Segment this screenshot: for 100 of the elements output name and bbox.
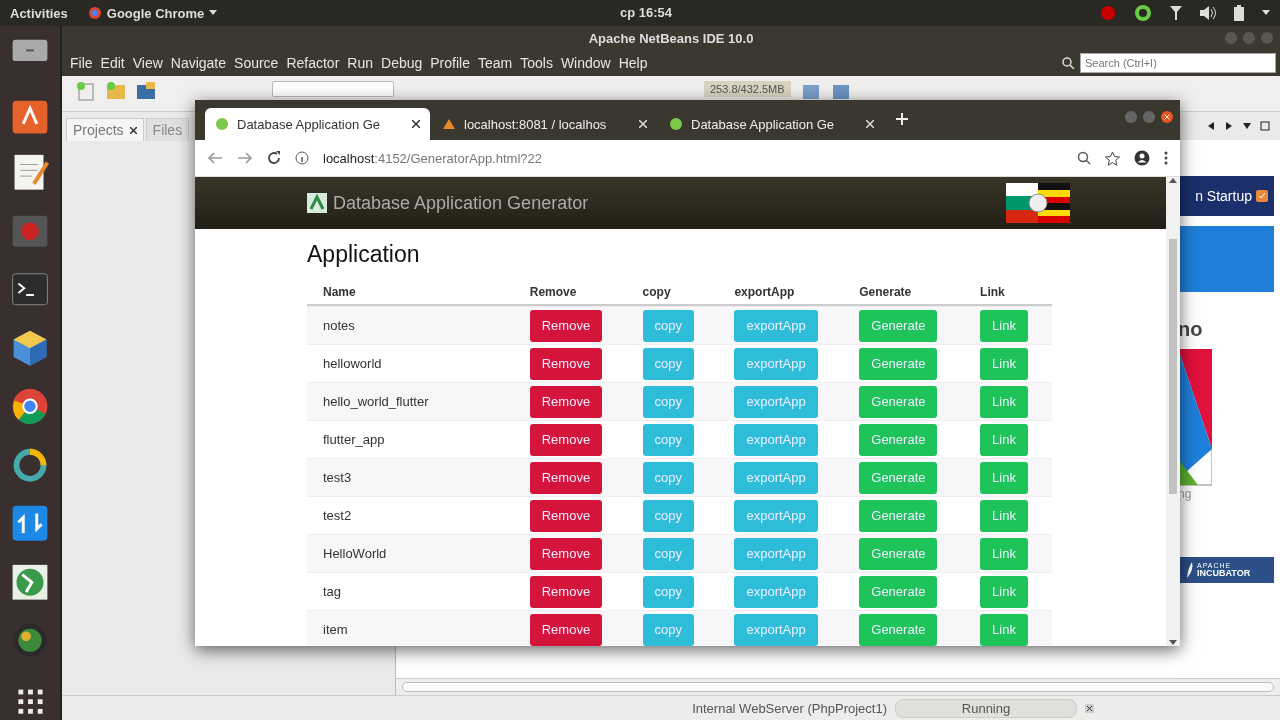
app-menu[interactable]: Google Chrome xyxy=(106,5,205,21)
close-icon xyxy=(639,120,647,128)
action-button[interactable]: Remove xyxy=(529,423,603,456)
android-icon xyxy=(215,117,229,131)
search-field[interactable]: Search (Ctrl+I) xyxy=(1080,53,1276,73)
tab-title: Database Application Ge xyxy=(237,116,382,132)
menu-item[interactable]: Edit xyxy=(96,55,129,71)
action-button[interactable]: copy xyxy=(642,347,695,380)
action-button[interactable]: copy xyxy=(642,575,695,608)
scrollbar[interactable] xyxy=(1169,239,1177,494)
action-button[interactable]: exportApp xyxy=(734,613,818,646)
back-icon xyxy=(207,151,223,165)
column-header: copy xyxy=(642,285,671,299)
panel-tab[interactable]: Projects xyxy=(66,118,144,141)
action-button[interactable]: Link xyxy=(980,575,1028,608)
menu-item[interactable]: Navigate xyxy=(166,55,231,71)
android-icon xyxy=(669,117,683,131)
menu-item[interactable]: Refactor xyxy=(282,55,344,71)
action-button[interactable]: exportApp xyxy=(734,537,818,570)
logo-label: INCUBATOR xyxy=(1197,569,1251,578)
memory-indicator[interactable]: 253.8/432.5MB xyxy=(704,81,791,97)
action-button[interactable]: Generate xyxy=(859,613,938,646)
window-control-icon xyxy=(1260,31,1274,45)
action-button[interactable]: Link xyxy=(980,537,1028,570)
action-button[interactable]: Link xyxy=(980,423,1028,456)
panel-tab[interactable]: Files xyxy=(145,118,190,141)
action-button[interactable]: exportApp xyxy=(734,461,818,494)
close-icon xyxy=(1085,703,1094,713)
dropdown-icon xyxy=(1242,121,1252,131)
action-button[interactable]: copy xyxy=(642,613,695,646)
browser-tab[interactable]: Database Application Ge xyxy=(205,108,430,140)
action-button[interactable]: Remove xyxy=(529,309,603,342)
tab-title: localhost:8081 / localhos xyxy=(464,116,608,132)
action-button[interactable]: exportApp xyxy=(734,575,818,608)
action-button[interactable]: copy xyxy=(642,423,695,456)
activities-button[interactable]: Activities xyxy=(10,5,68,21)
menu-item[interactable]: Help xyxy=(614,55,652,71)
action-button[interactable]: exportApp xyxy=(734,347,818,380)
action-button[interactable]: copy xyxy=(642,499,695,532)
url-field[interactable]: localhost:4152/GeneratorApp.html?22 xyxy=(323,150,1063,166)
menu-item[interactable]: Run xyxy=(343,55,377,71)
action-button[interactable]: Remove xyxy=(529,385,603,418)
action-button[interactable]: Remove xyxy=(529,613,603,646)
close-icon xyxy=(412,120,420,128)
action-button[interactable]: Link xyxy=(980,613,1028,646)
table-cell: test3 xyxy=(323,470,352,485)
action-button[interactable]: exportApp xyxy=(734,309,818,342)
action-button[interactable]: exportApp xyxy=(734,385,818,418)
caret-icon xyxy=(209,10,218,16)
scrollbar[interactable] xyxy=(402,682,1274,692)
menu-item[interactable]: Tools xyxy=(516,55,557,71)
maximize-icon xyxy=(1260,121,1270,131)
search-icon xyxy=(1062,57,1076,69)
action-button[interactable]: Generate xyxy=(859,309,938,342)
action-button[interactable]: exportApp xyxy=(734,499,818,532)
action-button[interactable]: exportApp xyxy=(734,423,818,456)
action-button[interactable]: copy xyxy=(642,309,695,342)
scroll-up-icon xyxy=(1169,177,1177,183)
action-button[interactable]: Generate xyxy=(859,575,938,608)
action-button[interactable]: Generate xyxy=(859,423,938,456)
action-button[interactable]: Generate xyxy=(859,537,938,570)
action-button[interactable]: copy xyxy=(642,461,695,494)
table-cell: test2 xyxy=(323,508,352,523)
action-button[interactable]: Generate xyxy=(859,347,938,380)
action-button[interactable]: copy xyxy=(642,385,695,418)
menu-item[interactable]: Profile xyxy=(426,55,474,71)
table-cell: notes xyxy=(323,318,355,333)
browser-tab[interactable]: Database Application Ge xyxy=(659,108,884,140)
menu-item[interactable]: Team xyxy=(473,55,517,71)
action-button[interactable]: Generate xyxy=(859,499,938,532)
menu-item[interactable]: Source xyxy=(230,55,283,71)
scroll-left-icon xyxy=(1206,121,1216,131)
menu-item[interactable]: File xyxy=(66,55,97,71)
window-title: Apache NetBeans IDE 10.0 xyxy=(588,30,754,46)
action-button[interactable]: Link xyxy=(980,309,1028,342)
clock[interactable]: cp 16:54 xyxy=(620,5,673,20)
action-button[interactable]: Generate xyxy=(859,461,938,494)
action-button[interactable]: Remove xyxy=(529,537,603,570)
column-header: Name xyxy=(323,285,356,299)
brand-title[interactable]: Database Application Generator xyxy=(333,192,589,214)
menu-item[interactable]: Debug xyxy=(377,55,427,71)
action-button[interactable]: Remove xyxy=(529,575,603,608)
window-control-icon xyxy=(1224,31,1238,45)
flag-drawing[interactable] xyxy=(1006,183,1070,223)
new-tab-icon xyxy=(896,113,908,125)
browser-tab[interactable]: localhost:8081 / localhos xyxy=(432,108,657,140)
window-control-icon xyxy=(1242,31,1256,45)
action-button[interactable]: Link xyxy=(980,347,1028,380)
menu-item[interactable]: Window xyxy=(556,55,615,71)
action-button[interactable]: Remove xyxy=(529,499,603,532)
menu-item[interactable]: View xyxy=(128,55,167,71)
action-button[interactable]: Remove xyxy=(529,461,603,494)
reload-icon xyxy=(267,151,281,165)
action-button[interactable]: Generate xyxy=(859,385,938,418)
action-button[interactable]: Link xyxy=(980,385,1028,418)
action-button[interactable]: Remove xyxy=(529,347,603,380)
action-button[interactable]: Link xyxy=(980,461,1028,494)
table-cell: hello_world_flutter xyxy=(323,394,429,409)
action-button[interactable]: copy xyxy=(642,537,695,570)
action-button[interactable]: Link xyxy=(980,499,1028,532)
